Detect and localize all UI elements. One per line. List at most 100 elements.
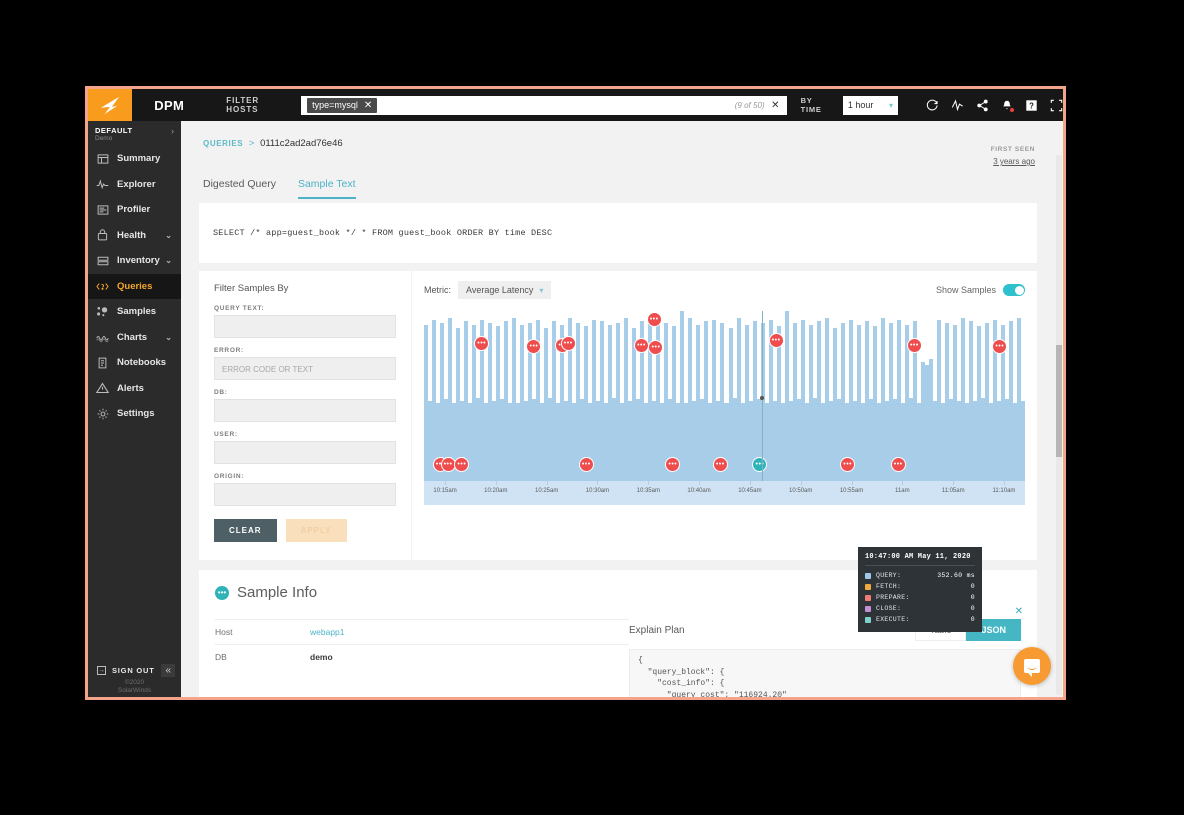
metric-label: Metric: (424, 285, 451, 295)
chevron-down-icon[interactable]: ⌄ (165, 333, 172, 342)
sample-marker[interactable]: ••• (634, 338, 650, 354)
x-tick-mark (495, 481, 497, 485)
explain-plan-json: { "query_block": { "cost_info": { "query… (629, 649, 1021, 697)
sample-marker[interactable]: ••• (646, 312, 662, 327)
x-tick-mark (546, 481, 548, 485)
tooltip-metric-label: QUERY: (876, 572, 902, 579)
sidebar-item-charts[interactable]: Charts ⌄ (88, 325, 181, 351)
metric-group: Metric: Average Latency ▾ (424, 281, 552, 299)
filter-input-querytext[interactable] (214, 315, 396, 338)
time-range-select[interactable]: 1 hour ▾ (842, 95, 898, 115)
sample-marker[interactable]: ••• (890, 457, 906, 473)
sample-marker[interactable]: ••• (768, 332, 784, 348)
filter-chip[interactable]: type=mysql ✕ (307, 97, 378, 113)
tab-digested-query[interactable]: Digested Query (203, 178, 276, 199)
query-text-card: SELECT /* app=guest_book */ * FROM guest… (199, 203, 1037, 263)
show-samples-label: Show Samples (935, 285, 996, 295)
metric-select[interactable]: Average Latency ▾ (458, 281, 552, 299)
samples-dots-icon (96, 305, 109, 318)
first-seen-value[interactable]: 3 years ago (991, 157, 1035, 166)
sample-marker[interactable]: ••• (474, 335, 490, 351)
tooltip-row: FETCH: 0 (865, 581, 975, 592)
sample-marker[interactable]: ••• (906, 338, 922, 354)
application-window: DPM FILTER HOSTS type=mysql ✕ (9 of 50) … (85, 86, 1066, 700)
chart-tooltip: 10:47:00 AM May 11, 2020 QUERY: 352.60 ms… (858, 547, 982, 632)
notifications-bell-icon[interactable] (1001, 99, 1014, 112)
breadcrumb-row: QUERIES > 0111c2ad2ad76e46 FIRST SEEN 3 … (181, 121, 1055, 166)
latency-chart[interactable]: ••• ••• ••• ••• ••• ••• ••• ••• ••• ••• ••• ••• ••• •… (424, 311, 1025, 506)
sample-marker[interactable]: ••• (440, 457, 456, 473)
collapse-left-icon[interactable]: « (161, 664, 175, 677)
filter-hosts-input[interactable]: type=mysql ✕ (9 of 50) ✕ (301, 95, 787, 115)
query-tabs: Digested Query Sample Text (181, 166, 1055, 199)
intercom-chat-icon[interactable] (1013, 647, 1051, 685)
organization-selector[interactable]: DEFAULT Demo › (88, 121, 181, 146)
tooltip-rows: QUERY: 352.60 ms FETCH: 0 PREPARE: 0 CLOSE: 0 EX… (865, 570, 975, 625)
notebooks-icon (96, 356, 109, 369)
chart-plot-area[interactable]: ••• ••• ••• ••• ••• ••• ••• ••• ••• ••• ••• ••• ••• •… (424, 311, 1025, 481)
sample-marker[interactable]: ••• (992, 338, 1008, 354)
explorer-pulse-icon (96, 178, 109, 191)
filter-buttons: CLEAR APPLY (214, 519, 396, 542)
sidebar-item-label: Summary (117, 153, 161, 165)
solarwinds-logo-icon[interactable] (88, 89, 133, 121)
health-lock-icon (96, 229, 109, 242)
filter-input-origin[interactable] (214, 483, 396, 506)
sidebar-item-samples[interactable]: Samples (88, 299, 181, 325)
close-icon[interactable]: ✕ (364, 100, 372, 111)
sidebar-item-explorer[interactable]: Explorer (88, 172, 181, 198)
sidebar-nav: Summary Explorer Profiler Health ⌄ Inventory ⌄… (88, 146, 181, 427)
show-samples-toggle[interactable] (1003, 284, 1025, 296)
info-row: DB demo (215, 644, 629, 669)
sidebar-item-label: Alerts (117, 382, 144, 394)
help-icon[interactable]: ? (1025, 99, 1038, 112)
sidebar-item-queries[interactable]: Queries (88, 273, 181, 299)
x-tick-mark (902, 481, 904, 485)
scrollbar-thumb[interactable] (1056, 345, 1062, 457)
sidebar-item-summary[interactable]: Summary (88, 146, 181, 172)
filter-input-user[interactable] (214, 441, 396, 464)
info-key: DB (215, 652, 227, 662)
breadcrumb-root[interactable]: QUERIES (203, 139, 243, 148)
sign-out-row[interactable]: → SIGN OUT « (88, 664, 181, 677)
filter-panel-title: Filter Samples By (214, 283, 289, 294)
sample-marker[interactable]: ••• (648, 339, 664, 355)
sidebar-item-health[interactable]: Health ⌄ (88, 223, 181, 249)
tooltip-metric-value: 0 (970, 583, 975, 590)
fullscreen-icon[interactable] (1050, 99, 1063, 112)
sidebar-item-profiler[interactable]: Profiler (88, 197, 181, 223)
share-icon[interactable] (976, 99, 989, 112)
brand-title: DPM (154, 97, 185, 113)
sidebar-item-notebooks[interactable]: Notebooks (88, 350, 181, 376)
apply-button[interactable]: APPLY (285, 519, 347, 542)
clear-icon[interactable]: ✕ (771, 100, 779, 111)
x-tick-label: 10:20am (484, 488, 508, 494)
tooltip-timestamp: 10:47:00 AM May 11, 2020 (865, 553, 975, 566)
filter-input-db[interactable] (214, 399, 396, 422)
chat-smile-shape (1027, 666, 1037, 671)
sample-info-table: Host webapp1 DB demo (199, 619, 629, 697)
charts-wave-icon (96, 331, 109, 344)
sidebar-item-alerts[interactable]: Alerts (88, 376, 181, 402)
x-tick-label: 10:25am (534, 488, 559, 494)
first-seen-label: FIRST SEEN (990, 146, 1035, 153)
filter-input-error[interactable] (214, 357, 396, 380)
settings-gear-icon (96, 407, 109, 420)
refresh-icon[interactable] (926, 99, 939, 112)
x-tick-label: 10:40am (687, 488, 711, 494)
main-scrollbar[interactable] (1056, 155, 1062, 695)
chevron-down-icon[interactable]: ⌄ (165, 231, 172, 240)
clear-button[interactable]: CLEAR (214, 519, 277, 542)
sidebar-item-inventory[interactable]: Inventory ⌄ (88, 248, 181, 274)
sidebar-item-settings[interactable]: Settings (88, 401, 181, 427)
top-navigation-bar: DPM FILTER HOSTS type=mysql ✕ (9 of 50) … (88, 89, 1063, 121)
sample-marker[interactable]: ••• (560, 336, 576, 352)
info-value[interactable]: webapp1 (310, 627, 345, 637)
activity-pulse-icon[interactable] (951, 98, 964, 112)
close-icon[interactable]: ✕ (1015, 606, 1023, 617)
x-tick-label: 11:10am (992, 488, 1016, 494)
x-tick-mark (800, 481, 802, 485)
chevron-down-icon[interactable]: ⌄ (165, 256, 172, 265)
x-tick-label: 10:50am (789, 488, 813, 494)
tab-sample-text[interactable]: Sample Text (297, 178, 356, 199)
